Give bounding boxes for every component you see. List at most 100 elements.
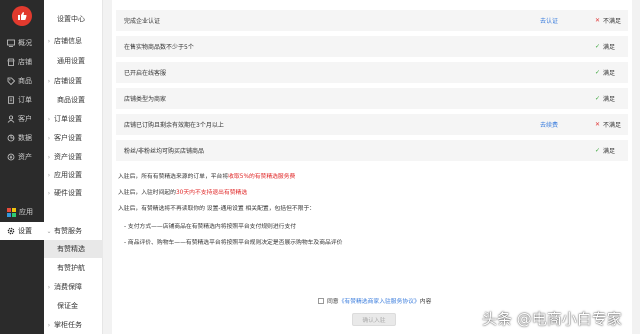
nav2-item-goods-settings[interactable]: 商品设置 [44, 91, 103, 109]
check-icon: ✓ [595, 43, 601, 50]
chevron-down-icon: ⌄ [46, 227, 52, 235]
requirement-row: 完成企业认证 去认证 ✕ 不满足 [116, 10, 628, 31]
secondary-sidebar: 设置中心 › 店铺信息 通用设置 › 店铺设置 商品设置 › 订单设置 › 客户… [44, 0, 103, 334]
asset-icon [7, 153, 15, 161]
agree-text: 同意 [327, 299, 339, 305]
notice-review-cart: - 商品评价、购物车——有赞精选平台将按照平台规则决定是否展示购物车及商品评价 [124, 240, 343, 246]
agree-text-suffix: 内容 [419, 299, 432, 305]
requirement-row: 已开启在线客服 ✓ 满足 [116, 62, 628, 83]
status-badge: ✓ 满足 [595, 42, 615, 51]
status-badge: ✓ 满足 [595, 94, 615, 103]
cross-icon: ✕ [595, 17, 601, 24]
notice-settings: 入驻后，有赞精选将不再读取你的 设置-通用设置 相关配置，包括但不限于： [118, 206, 316, 212]
nav2-item-consumer-protection[interactable]: › 消费保障 [44, 278, 103, 296]
nav2-item-shopkeeper-tasks[interactable]: › 掌柜任务 [44, 316, 103, 334]
nav2-item-youzan-select[interactable]: 有赞精选 [44, 240, 103, 258]
nav2-item-app-settings[interactable]: › 应用设置 [44, 166, 103, 184]
nav2-item-asset-settings[interactable]: › 资产设置 [44, 148, 103, 166]
requirement-row: 在售实物商品数不少于5个 ✓ 满足 [116, 36, 628, 57]
nav1-item-data[interactable]: 数据 [0, 129, 44, 147]
nav1-item-goods[interactable]: 商品 [0, 72, 44, 90]
confirm-join-button[interactable]: 确认入驻 [352, 313, 396, 326]
nav2-label: 设置中心 [57, 15, 85, 23]
notice-text: 入驻后，所有有赞精选来源的订单，平台将 [118, 174, 229, 180]
requirement-text: 完成企业认证 [124, 18, 161, 25]
notice-highlight: 30天内不支持退出有赞精选 [175, 190, 248, 196]
scrollbar[interactable] [632, 0, 640, 334]
nav1-item-overview[interactable]: 概况 [0, 34, 44, 52]
requirement-row: 店铺已订购且剩余有效期在3个月以上 去续费 ✕ 不满足 [116, 114, 628, 135]
notice-payment: - 支付方式——店铺商品在有赞精选内将按照平台支付规则进行支付 [124, 224, 297, 230]
check-icon: ✓ [595, 69, 601, 76]
notice-text: 入驻后，入驻时间起的 [118, 190, 176, 196]
renew-link[interactable]: 去续费 [540, 120, 558, 129]
verify-link[interactable]: 去认证 [540, 16, 558, 25]
overview-icon [7, 39, 15, 47]
status-badge: ✕ 不满足 [595, 120, 621, 129]
nav2-label: 资产设置 [54, 153, 82, 161]
status-label: 满足 [603, 70, 616, 77]
order-icon [7, 96, 15, 104]
nav2-label: 商品设置 [57, 96, 85, 104]
brand-logo-icon[interactable] [12, 6, 32, 26]
requirement-text: 已开启在线客服 [124, 70, 167, 77]
nav2-item-order-settings[interactable]: › 订单设置 [44, 110, 103, 128]
apps-icon [7, 207, 16, 217]
nav1-label: 数据 [18, 134, 32, 142]
nav2-item-general-settings[interactable]: 通用设置 [44, 52, 103, 70]
agreement-link[interactable]: 《有赞精选商家入驻服务协议》 [339, 296, 420, 305]
nav2-item-deposit[interactable]: 保证金 [44, 297, 103, 315]
nav2-label: 有赞服务 [54, 227, 82, 235]
tag-icon [7, 77, 16, 86]
nav1-item-customers[interactable]: 客户 [0, 110, 44, 128]
nav1-label: 资产 [18, 153, 32, 161]
nav1-label: 订单 [18, 96, 32, 104]
status-label: 满足 [603, 96, 616, 103]
nav2-label: 订单设置 [54, 115, 82, 123]
nav2-label: 应用设置 [54, 171, 82, 179]
nav2-label: 保证金 [57, 302, 78, 310]
watermark: 头条 @电商小白专家 [482, 310, 622, 328]
nav1-item-orders[interactable]: 订单 [0, 91, 44, 109]
notice-service-fee: 入驻后，所有有赞精选来源的订单，平台将收取5%的有赞精选服务费 [118, 171, 295, 180]
nav1-item-assets[interactable]: 资产 [0, 148, 44, 166]
status-badge: ✓ 满足 [595, 68, 615, 77]
nav1-label: 客户 [18, 115, 32, 123]
agreement-row: 同意 《有赞精选商家入驻服务协议》 内容 [318, 296, 431, 305]
nav1-item-apps[interactable]: 应用 [0, 203, 44, 221]
nav2-label: 有赞精选 [57, 245, 85, 253]
requirement-row: 店铺类型为商家 ✓ 满足 [116, 88, 628, 109]
nav2-item-store-settings[interactable]: › 店铺设置 [44, 72, 103, 90]
chevron-right-icon: › [47, 189, 51, 197]
requirement-text: 粉丝/非粉丝均可购买店铺商品 [124, 148, 205, 155]
check-icon: ✓ [595, 95, 601, 102]
nav2-label: 硬件设置 [54, 189, 82, 197]
nav1-label: 应用 [19, 208, 33, 216]
nav2-item-hardware-settings[interactable]: › 硬件设置 [44, 184, 103, 202]
chevron-right-icon: › [47, 77, 51, 85]
chevron-right-icon: › [47, 153, 51, 161]
nav2-label: 通用设置 [57, 57, 85, 65]
nav1-label: 商品 [18, 77, 32, 85]
notice-highlight: 收取5%的有赞精选服务费 [228, 174, 296, 180]
nav2-item-youzan-service[interactable]: ⌄ 有赞服务 [44, 222, 103, 240]
notice-exit-policy: 入驻后，入驻时间起的30天内不支持退出有赞精选 [118, 187, 247, 196]
status-badge: ✕ 不满足 [595, 16, 621, 25]
customer-icon [7, 115, 15, 123]
nav2-item-store-info[interactable]: › 店铺信息 [44, 32, 103, 50]
nav2-item-settings-center[interactable]: 设置中心 [44, 10, 103, 28]
gear-icon [7, 227, 15, 235]
requirement-text: 店铺类型为商家 [124, 96, 167, 103]
requirement-text: 在售实物商品数不少于5个 [124, 44, 194, 51]
nav1-item-store[interactable]: 店铺 [0, 53, 44, 71]
nav1-label: 概况 [18, 39, 32, 47]
nav1-label: 设置 [18, 227, 32, 235]
nav2-label: 客户设置 [54, 134, 82, 142]
nav2-item-customer-settings[interactable]: › 客户设置 [44, 129, 103, 147]
store-icon [7, 58, 15, 66]
nav2-item-youzan-escort[interactable]: 有赞护航 [44, 259, 103, 277]
nav1-item-settings[interactable]: 设置 [0, 222, 44, 240]
agree-checkbox[interactable] [318, 297, 324, 304]
nav2-label: 消费保障 [54, 283, 82, 291]
chevron-right-icon: › [47, 37, 51, 45]
